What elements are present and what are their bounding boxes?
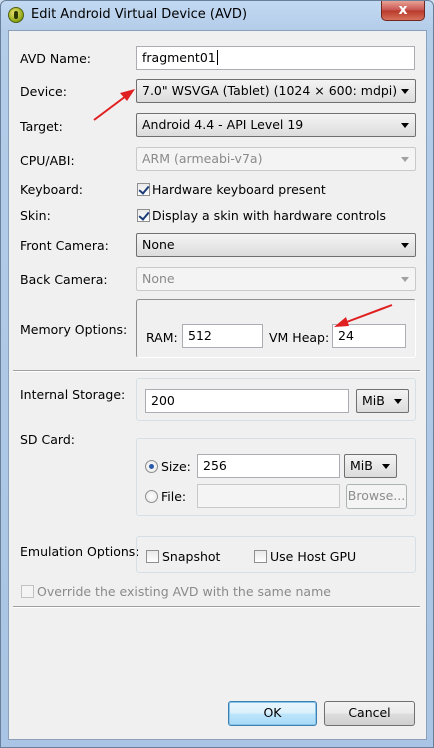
chevron-down-icon (401, 277, 409, 282)
sd-file-label[interactable]: File: (161, 489, 186, 504)
title-bar[interactable]: Edit Android Virtual Device (AVD) x (1, 1, 433, 29)
internal-storage-group: 200 MiB (136, 378, 416, 421)
cpu-abi-select: ARM (armeabi-v7a) (136, 147, 416, 171)
internal-storage-input[interactable]: 200 (145, 389, 349, 413)
dialog-window: Edit Android Virtual Device (AVD) x AVD … (0, 0, 434, 748)
device-value: 7.0" WSVGA (Tablet) (1024 × 600: mdpi) (142, 83, 398, 98)
front-camera-label: Front Camera: (20, 238, 109, 253)
sd-card-label: SD Card: (20, 432, 75, 447)
ok-button[interactable]: OK (228, 701, 317, 726)
target-select[interactable]: Android 4.4 - API Level 19 (136, 113, 416, 137)
override-label: Override the existing AVD with the same … (37, 584, 331, 599)
window-title: Edit Android Virtual Device (AVD) (31, 7, 248, 22)
emulation-options-group: Snapshot Use Host GPU (136, 536, 416, 573)
emulation-options-label: Emulation Options: (20, 544, 140, 559)
memory-options-label: Memory Options: (20, 322, 128, 337)
sd-card-group: Size: 256 MiB File: Browse... (136, 438, 416, 516)
chevron-down-icon (394, 399, 402, 404)
host-gpu-label[interactable]: Use Host GPU (270, 549, 356, 564)
text-caret (216, 50, 218, 65)
vm-heap-input[interactable]: 24 (332, 324, 406, 348)
chevron-down-icon (401, 243, 409, 248)
chevron-down-icon (382, 464, 390, 469)
chevron-down-icon (401, 89, 409, 94)
cancel-button[interactable]: Cancel (324, 701, 415, 726)
internal-storage-label: Internal Storage: (20, 387, 126, 402)
keyboard-checkbox[interactable] (137, 183, 150, 196)
separator (13, 606, 420, 608)
front-camera-value: None (142, 237, 175, 252)
separator (13, 370, 420, 372)
memory-options-group: RAM: 512 VM Heap: 24 (136, 299, 416, 358)
target-value: Android 4.4 - API Level 19 (142, 117, 304, 132)
sd-file-input (197, 484, 340, 508)
avd-name-value: fragment01 (142, 50, 216, 65)
avd-name-input[interactable]: fragment01 (136, 46, 415, 70)
host-gpu-checkbox[interactable] (254, 550, 267, 563)
skin-checkbox[interactable] (137, 209, 150, 222)
ram-input[interactable]: 512 (182, 324, 263, 348)
sd-size-unit-value: MiB (350, 458, 373, 473)
close-button[interactable]: x (381, 1, 425, 21)
override-checkbox (21, 585, 34, 598)
keyboard-label: Keyboard: (20, 182, 83, 197)
snapshot-label[interactable]: Snapshot (162, 549, 220, 564)
internal-storage-unit-value: MiB (362, 393, 385, 408)
device-select[interactable]: 7.0" WSVGA (Tablet) (1024 × 600: mdpi) (136, 79, 416, 103)
target-label: Target: (20, 119, 63, 134)
back-camera-select: None (136, 267, 416, 291)
sd-size-radio[interactable] (145, 460, 158, 473)
cpu-abi-value: ARM (armeabi-v7a) (142, 151, 263, 166)
back-camera-value: None (142, 271, 175, 286)
skin-label: Skin: (20, 208, 51, 223)
back-camera-label: Back Camera: (20, 272, 108, 287)
sd-size-input[interactable]: 256 (197, 454, 340, 478)
android-sdk-icon (8, 7, 24, 23)
browse-button: Browse... (346, 484, 407, 509)
sd-size-label[interactable]: Size: (161, 459, 191, 474)
ram-label: RAM: (146, 330, 178, 345)
avd-name-label: AVD Name: (20, 51, 91, 66)
sd-file-radio[interactable] (145, 490, 158, 503)
chevron-down-icon (401, 123, 409, 128)
front-camera-select[interactable]: None (136, 233, 416, 257)
cpu-abi-label: CPU/ABI: (20, 153, 75, 168)
device-label: Device: (20, 84, 67, 99)
sd-size-unit-select[interactable]: MiB (344, 454, 397, 478)
dialog-content: AVD Name: fragment01 Device: 7.0" WSVGA … (8, 30, 427, 740)
snapshot-checkbox[interactable] (146, 550, 159, 563)
keyboard-checkbox-label[interactable]: Hardware keyboard present (152, 182, 326, 197)
internal-storage-unit-select[interactable]: MiB (356, 389, 409, 413)
chevron-down-icon (401, 157, 409, 162)
vm-heap-label: VM Heap: (269, 330, 330, 345)
skin-checkbox-label[interactable]: Display a skin with hardware controls (152, 208, 386, 223)
